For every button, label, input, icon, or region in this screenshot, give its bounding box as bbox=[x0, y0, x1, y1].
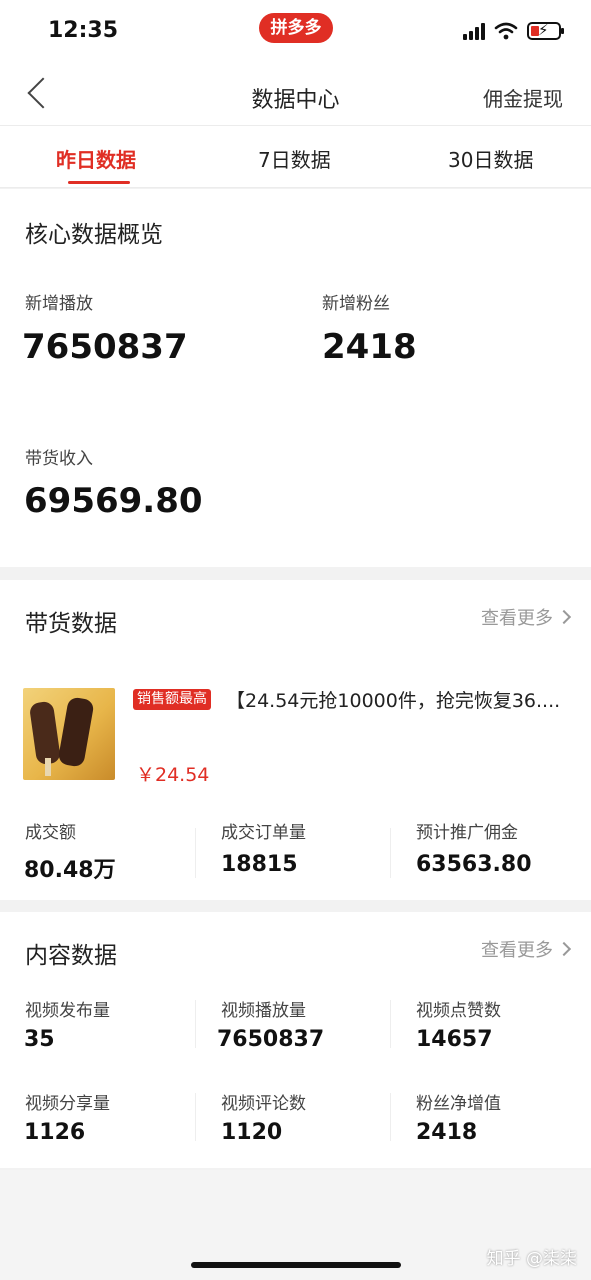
metric-label: 预计推广佣金 bbox=[416, 823, 518, 843]
top-sales-badge: 销售额最高 bbox=[133, 689, 211, 710]
metric-label: 成交订单量 bbox=[221, 823, 306, 843]
metric-value: 1120 bbox=[221, 1120, 283, 1145]
metric-label: 视频发布量 bbox=[25, 1001, 110, 1021]
commission-withdraw-link[interactable]: 佣金提现 bbox=[483, 83, 563, 112]
metric-value: 80.48万 bbox=[24, 858, 116, 883]
nav-header: 数据中心 佣金提现 bbox=[0, 62, 591, 126]
metric-value: 2418 bbox=[416, 1120, 478, 1145]
divider bbox=[195, 828, 196, 878]
divider bbox=[390, 1000, 391, 1048]
goods-data-title: 带货数据 bbox=[25, 611, 117, 637]
metric-value: 7650837 bbox=[217, 1027, 325, 1052]
status-bar: 12:35 拼多多 ⚡ bbox=[0, 0, 591, 62]
metric-label: 粉丝净增值 bbox=[416, 1094, 501, 1114]
metric-label: 视频评论数 bbox=[221, 1094, 306, 1114]
divider bbox=[390, 1093, 391, 1141]
metric-value: 18815 bbox=[221, 852, 298, 877]
divider bbox=[195, 1000, 196, 1048]
product-title[interactable]: 【24.54元抢10000件，抢完恢复36.... bbox=[226, 686, 566, 713]
battery-icon: ⚡ bbox=[527, 21, 564, 40]
metric-value: 2418 bbox=[322, 327, 417, 367]
status-icons: ⚡ bbox=[463, 20, 564, 42]
metric-value: 69569.80 bbox=[24, 481, 203, 521]
wifi-icon bbox=[494, 22, 518, 40]
metric-value: 63563.80 bbox=[416, 852, 532, 877]
watermark: 知乎 @柒柒 bbox=[486, 1249, 577, 1269]
tab-30-days[interactable]: 30日数据 bbox=[448, 144, 533, 173]
divider bbox=[390, 828, 391, 878]
core-data-card: 核心数据概览 新增播放 7650837 新增粉丝 2418 带货收入 69569… bbox=[0, 189, 591, 567]
metric-label: 带货收入 bbox=[25, 449, 93, 469]
metric-label: 视频点赞数 bbox=[416, 1001, 501, 1021]
chevron-right-icon bbox=[556, 941, 572, 957]
metric-label: 成交额 bbox=[25, 823, 76, 843]
content-data-title: 内容数据 bbox=[25, 943, 117, 969]
metric-label: 新增播放 bbox=[25, 294, 93, 314]
app-badge: 拼多多 bbox=[259, 13, 333, 43]
metric-value: 1126 bbox=[24, 1120, 86, 1145]
product-price: ￥24.54 bbox=[136, 764, 210, 786]
metric-label: 视频播放量 bbox=[221, 1001, 306, 1021]
more-label: 查看更多 bbox=[481, 608, 553, 629]
signal-icon bbox=[463, 22, 485, 40]
metric-label: 新增粉丝 bbox=[322, 294, 390, 314]
metric-value: 14657 bbox=[416, 1027, 493, 1052]
core-data-title: 核心数据概览 bbox=[25, 222, 163, 248]
metric-value: 35 bbox=[24, 1027, 55, 1052]
product-image[interactable] bbox=[23, 688, 115, 780]
more-label: 查看更多 bbox=[481, 940, 553, 961]
metric-label: 视频分享量 bbox=[25, 1094, 110, 1114]
status-time: 12:35 bbox=[48, 18, 119, 43]
chevron-right-icon bbox=[556, 609, 572, 625]
home-indicator bbox=[191, 1262, 401, 1268]
active-tab-indicator bbox=[68, 181, 130, 184]
tab-bar: 昨日数据 7日数据 30日数据 bbox=[0, 126, 591, 188]
tab-yesterday[interactable]: 昨日数据 bbox=[56, 144, 136, 173]
tab-7-days[interactable]: 7日数据 bbox=[258, 144, 331, 173]
content-more-link[interactable]: 查看更多 bbox=[481, 936, 572, 962]
divider bbox=[195, 1093, 196, 1141]
metric-value: 7650837 bbox=[22, 327, 188, 367]
goods-more-link[interactable]: 查看更多 bbox=[481, 604, 572, 630]
